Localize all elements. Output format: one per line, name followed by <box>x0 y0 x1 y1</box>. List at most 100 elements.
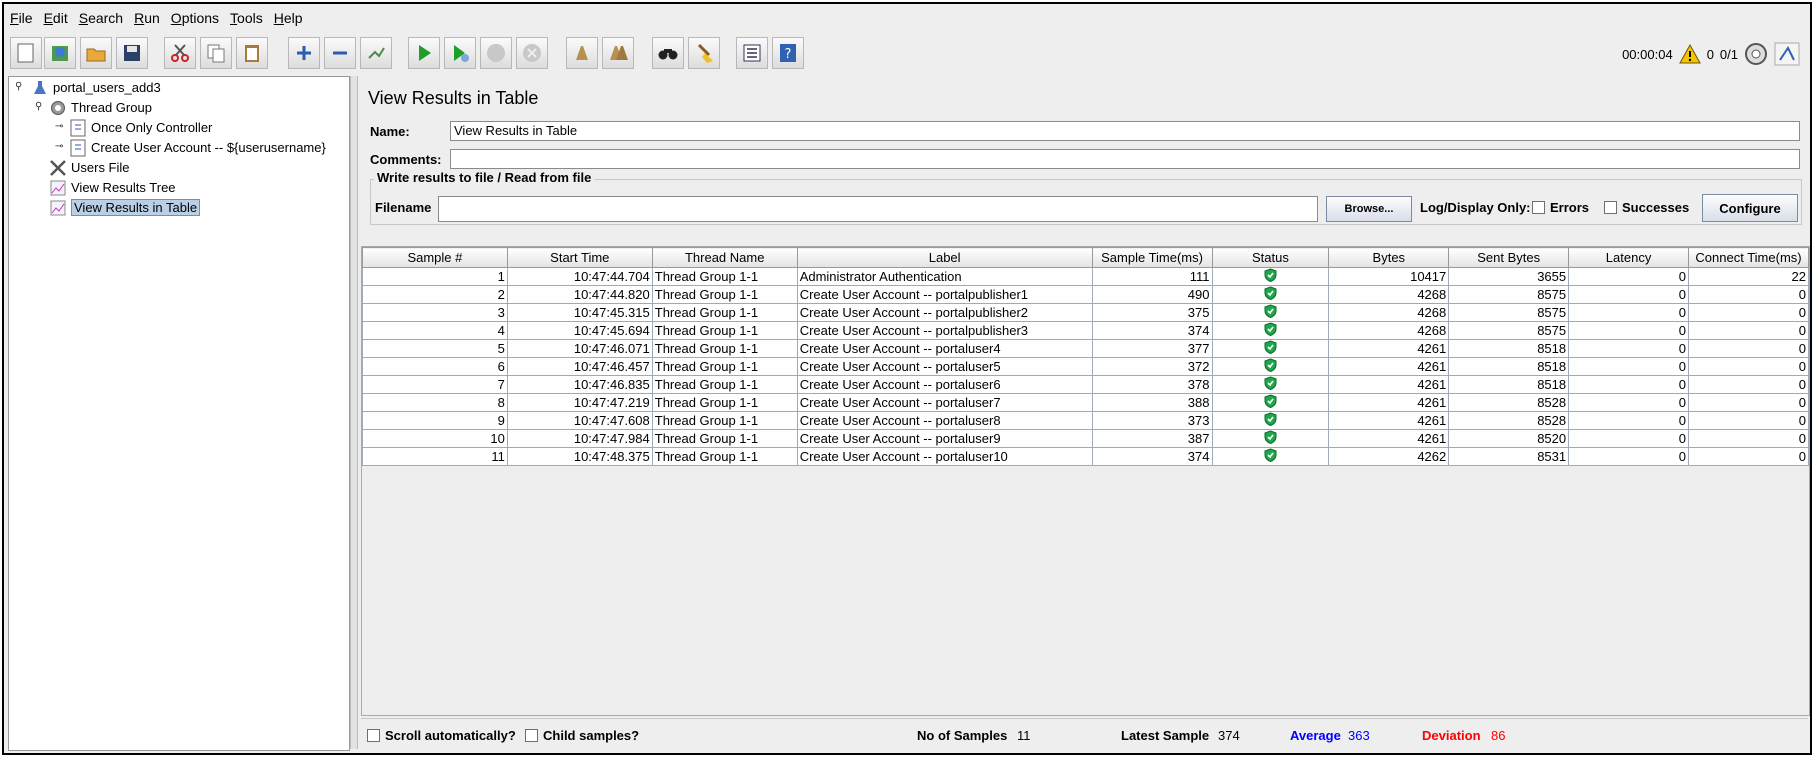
table-cell: Thread Group 1-1 <box>651 393 798 412</box>
table-cell: 8518 <box>1448 375 1570 394</box>
start-no-pauses-button[interactable] <box>444 37 476 69</box>
column-header[interactable]: Label <box>796 247 1093 268</box>
child-samples-checkbox[interactable] <box>525 729 538 742</box>
table-row[interactable]: 7 10:47:46.835 Thread Group 1-1 Create User… <box>362 375 1809 394</box>
latest-sample-label: Latest Sample <box>1121 728 1210 743</box>
expand-all-button[interactable] <box>288 37 320 69</box>
errors-checkbox[interactable] <box>1532 201 1545 214</box>
templates-button[interactable] <box>44 37 76 69</box>
column-header[interactable]: Sample Time(ms) <box>1091 247 1213 268</box>
table-row[interactable]: 2 10:47:44.820 Thread Group 1-1 Create User… <box>362 285 1809 304</box>
column-header[interactable]: Latency <box>1568 247 1690 268</box>
new-button[interactable] <box>10 37 42 69</box>
view-results-in-table-panel: View Results in Table Name: View Results… <box>358 76 1810 751</box>
menu-options[interactable]: Options <box>171 10 219 26</box>
tree-item-view-results-in-table[interactable]: View Results in Table <box>49 198 201 217</box>
table-row[interactable]: 4 10:47:45.694 Thread Group 1-1 Create User… <box>362 321 1809 340</box>
tree-item-thread-group[interactable]: Thread Group <box>49 98 152 117</box>
table-cell: 1 <box>362 267 508 286</box>
function-helper-button[interactable] <box>736 37 768 69</box>
table-row[interactable]: 6 10:47:46.457 Thread Group 1-1 Create User… <box>362 357 1809 376</box>
table-cell: 8528 <box>1448 393 1570 412</box>
save-button[interactable] <box>116 37 148 69</box>
table-cell: 0 <box>1568 267 1690 286</box>
comments-field[interactable] <box>450 149 1800 169</box>
elapsed-timer: 00:00:04 <box>1622 46 1673 62</box>
status-cell <box>1211 267 1330 286</box>
tree-item-view-results-tree[interactable]: View Results Tree <box>49 178 176 197</box>
stop-icon <box>487 44 505 62</box>
table-cell: 10:47:47.219 <box>506 393 653 412</box>
tree-expander-icon[interactable]: ⚲ <box>35 101 42 112</box>
search-button[interactable] <box>652 37 684 69</box>
menu-search[interactable]: Search <box>79 10 123 26</box>
paste-button[interactable] <box>236 37 268 69</box>
success-shield-icon <box>1264 430 1277 445</box>
column-header[interactable]: Start Time <box>506 247 653 268</box>
tree-item-test-plan[interactable]: portal_users_add3 <box>31 78 161 97</box>
listener-icon <box>49 199 67 217</box>
table-header-row: Sample # Start Time Thread Name Label Sample… <box>362 247 1809 268</box>
table-cell: 8575 <box>1448 321 1570 340</box>
table-row[interactable]: 9 10:47:47.608 Thread Group 1-1 Create User… <box>362 411 1809 430</box>
table-row[interactable]: 8 10:47:47.219 Thread Group 1-1 Create User… <box>362 393 1809 412</box>
average-value: 363 <box>1348 728 1370 743</box>
browse-button[interactable]: Browse... <box>1326 196 1412 222</box>
collapse-all-button[interactable] <box>324 37 356 69</box>
tree-expander-icon[interactable]: ⊸ <box>55 141 63 152</box>
name-field[interactable]: View Results in Table <box>450 121 1800 141</box>
success-shield-icon <box>1264 358 1277 373</box>
toggle-button[interactable] <box>360 37 392 69</box>
menu-run[interactable]: Run <box>134 10 160 26</box>
copy-button[interactable] <box>200 37 232 69</box>
results-table: Sample # Start Time Thread Name Label Sample… <box>362 247 1809 466</box>
copy-icon <box>207 44 225 63</box>
column-header[interactable]: Sample # <box>362 247 508 268</box>
filename-field[interactable] <box>438 196 1318 222</box>
tree-item-once-only-controller[interactable]: Once Only Controller <box>69 118 212 137</box>
column-header[interactable]: Bytes <box>1328 247 1450 268</box>
clear-button[interactable] <box>566 37 598 69</box>
table-row[interactable]: 11 10:47:48.375 Thread Group 1-1 Create Use… <box>362 447 1809 466</box>
open-button[interactable] <box>80 37 112 69</box>
clear-all-button[interactable] <box>602 37 634 69</box>
clear-all-icon <box>610 46 628 60</box>
table-row[interactable]: 10 10:47:47.984 Thread Group 1-1 Create Use… <box>362 429 1809 448</box>
tree-item-create-user-account[interactable]: Create User Account -- ${userusername} <box>69 138 326 157</box>
comments-label: Comments: <box>370 152 442 167</box>
table-row[interactable]: 1 10:47:44.704 Thread Group 1-1 Administrat… <box>362 267 1809 286</box>
table-cell: 0 <box>1688 393 1809 412</box>
configure-button[interactable]: Configure <box>1702 194 1798 222</box>
start-no-pause-icon <box>454 45 469 62</box>
success-shield-icon <box>1264 394 1277 409</box>
column-header[interactable]: Status <box>1211 247 1330 268</box>
table-cell: 0 <box>1688 321 1809 340</box>
menu-help[interactable]: Help <box>274 10 303 26</box>
menu-edit[interactable]: Edit <box>44 10 68 26</box>
warning-icon[interactable] <box>1678 44 1701 64</box>
stop-button[interactable] <box>480 37 512 69</box>
column-header[interactable]: Sent Bytes <box>1448 247 1570 268</box>
results-summary-bar: Scroll automatically? Child samples? No … <box>361 718 1808 750</box>
column-header[interactable]: Connect Time(ms) <box>1688 247 1809 268</box>
table-row[interactable]: 3 10:47:45.315 Thread Group 1-1 Create User… <box>362 303 1809 322</box>
menu-file[interactable]: File <box>10 10 33 26</box>
tree-item-users-file[interactable]: Users File <box>49 158 130 177</box>
table-row[interactable]: 5 10:47:46.071 Thread Group 1-1 Create User… <box>362 339 1809 358</box>
scroll-automatically-checkbox[interactable] <box>367 729 380 742</box>
status-cell <box>1211 393 1330 412</box>
reset-search-button[interactable] <box>688 37 720 69</box>
shutdown-button[interactable] <box>516 37 548 69</box>
table-cell: 0 <box>1568 339 1690 358</box>
table-cell: Thread Group 1-1 <box>651 303 798 322</box>
tree-expander-icon[interactable]: ⊸ <box>55 121 63 132</box>
tree-expander-icon[interactable]: ⚲ <box>15 81 22 92</box>
cut-button[interactable] <box>164 37 196 69</box>
successes-checkbox[interactable] <box>1604 201 1617 214</box>
help-button[interactable]: ? <box>772 37 804 69</box>
start-button[interactable] <box>408 37 440 69</box>
split-pane-divider[interactable] <box>350 76 358 749</box>
column-header[interactable]: Thread Name <box>651 247 798 268</box>
menu-tools[interactable]: Tools <box>230 10 263 26</box>
table-cell: 10:47:45.315 <box>506 303 653 322</box>
